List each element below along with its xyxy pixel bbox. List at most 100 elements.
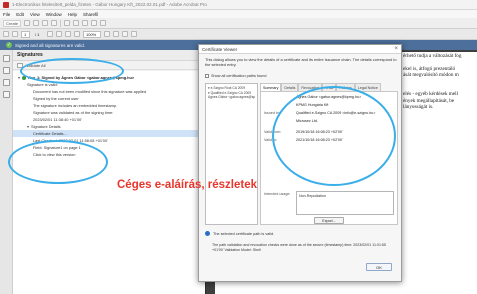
chain-entry[interactable]: Ágnes Gábor <gabor.agnes@kpmg.hu> [208,95,255,100]
summary-key [264,103,296,107]
summary-key [264,95,296,99]
email-icon[interactable] [51,20,58,26]
next-page-icon[interactable] [12,31,18,37]
menu-sharefile[interactable]: Sharefil [83,12,98,17]
comment-icon[interactable] [82,20,89,26]
navigation-toolbar: 1 / 1 100% [0,29,477,40]
hand-tool-icon[interactable] [56,31,62,37]
ok-button[interactable]: OK [366,263,392,271]
signature-panel-icon[interactable] [2,79,10,86]
tab-trust[interactable]: Trust [322,83,337,91]
pen-icon[interactable] [131,31,137,37]
path-status-text: The selected certificate path is valid. [213,231,275,236]
validate-all-button[interactable]: Validate All [26,63,46,68]
print-icon[interactable] [42,20,49,26]
tab-policies[interactable]: Policies [336,83,355,91]
signature-tree-item[interactable]: Click to view this version [13,151,205,158]
zoom-in-icon[interactable] [74,31,80,37]
tab-revocation[interactable]: Revocation [298,83,323,91]
menu-bar: File Edit View Window Help Sharefil [0,10,477,18]
prev-page-icon[interactable] [3,31,9,37]
zoom-out-icon[interactable] [65,31,71,37]
menu-view[interactable]: View [30,12,40,17]
upload-icon[interactable] [73,20,80,26]
intended-usage-box: Non-Repudiation [296,191,394,215]
overlay-caption: Céges e-aláírás, részletek [117,179,258,191]
tree-item-label: Signature Details [31,124,61,129]
signature-tree-item[interactable]: Signature is valid: [13,81,205,88]
signature-revision-item[interactable]: ▾ Rev. 1: Signed by Ágnes Gábor <gabor.ag… [13,74,205,81]
attachments-icon[interactable] [2,91,10,98]
save-icon[interactable] [33,20,40,26]
menu-edit[interactable]: Edit [16,12,24,17]
create-button[interactable]: Create [3,19,22,27]
dialog-intro-text: This dialog allows you to view the detai… [205,57,397,67]
zoom-select[interactable]: 100% [83,30,101,38]
signature-tree-item[interactable]: 2023/02/01 11:38:40 +01'00' [13,116,205,123]
summary-key: Valid from: [264,130,282,134]
sign-icon[interactable] [100,20,107,26]
signature-tree-item[interactable]: ▾ Signature Details [13,123,205,130]
export-button[interactable]: Export... [314,217,344,224]
document-text-line: ekel is, átfogó prezentáló [403,65,456,72]
signature-tree-item[interactable]: The signature includes an embedded times… [13,102,205,109]
scroll-mode-icon[interactable] [113,31,119,37]
page-thumbnails-icon[interactable] [2,55,10,62]
open-icon[interactable] [24,20,31,26]
select-tool-icon[interactable] [47,31,53,37]
highlight-icon[interactable] [122,31,128,37]
fit-page-icon[interactable] [104,31,110,37]
checkbox-box[interactable] [205,74,209,78]
toolbar-divider [60,19,62,27]
tab-legal-notice[interactable]: Legal Notice [354,83,381,91]
certificate-tabs: Summary Details Revocation Trust Policies Leg… [260,83,381,91]
summary-row: Valid from: 2019/10/18 16:08:23 +02'00' [264,130,343,134]
menu-file[interactable]: File [3,12,10,17]
tree-item-label: Document has not been modified since thi… [33,89,147,94]
summary-key [264,119,296,123]
tab-summary[interactable]: Summary [260,83,282,91]
tree-item-label: Click to view this version [33,152,76,157]
page-total: / 1 [35,31,40,37]
document-text-line: ények megállapítását, be [403,97,455,104]
tab-details[interactable]: Details [281,83,299,91]
close-icon[interactable]: × [394,46,398,52]
certificate-viewer-dialog: Certificate Viewer × This dialog allows … [198,44,402,282]
tree-item-label: Certificate Details... [33,131,67,136]
bookmarks-icon[interactable] [2,67,10,74]
signature-panel: Signatures Validate All ▾ Rev. 1: Signed … [13,50,205,294]
settings-icon[interactable] [64,20,71,26]
signature-panel-header: Signatures [13,50,204,61]
main-toolbar: Create [0,18,477,29]
navigation-rail [0,50,13,294]
certificate-chain-tree: ▾ e-Szigno Root CA 2009 ▾ Qualified e-Sz… [205,83,258,225]
tree-item-label: Last Checked: 2023.02.01 11:58:08 +01'00… [33,138,108,143]
valid-signature-icon [22,75,26,80]
signature-tree-item[interactable]: Certificate Details... [13,130,205,137]
signature-tree-item[interactable]: Last Checked: 2023.02.01 11:58:08 +01'00… [13,137,205,144]
summary-key: Valid to: [264,138,278,142]
document-text-line: elés - egyéb kérdések mell [403,91,459,98]
signature-tree-item[interactable]: Signed by the current user [13,95,205,102]
share-icon[interactable] [91,20,98,26]
window-title: 1-Electronikus hitelesített_pelda_fizete… [12,2,207,7]
summary-value: Microsec Ltd. [296,119,318,123]
signature-tree-item[interactable]: Signature was validated as of the signin… [13,109,205,116]
checkbox-label: Show all certification paths found [211,74,267,78]
tree-item-label: Signature was validated as of the signin… [33,110,114,115]
signature-status-text: Signed and all signatures are valid. [15,42,86,48]
summary-value: KPMG Hungária Kft [296,103,329,107]
page-number-input[interactable]: 1 [21,30,30,38]
tree-item-label: The signature includes an embedded times… [33,103,118,108]
options-icon[interactable] [17,62,23,68]
tree-item-label: Signature is valid: [27,82,58,87]
path-validation-note: The path validation and revocation check… [212,243,386,252]
menu-window[interactable]: Window [46,12,62,17]
signature-tree-item[interactable]: Field: Signature1 on page 1 [13,144,205,151]
signature-tree-item[interactable]: Document has not been modified since thi… [13,88,205,95]
summary-key: Issued by: [264,111,281,115]
intended-usage-row: Intended usage: [264,192,296,196]
show-all-paths-checkbox[interactable]: Show all certification paths found [205,74,267,78]
menu-help[interactable]: Help [68,12,77,17]
document-text-line: lányosságát is. [403,104,434,111]
